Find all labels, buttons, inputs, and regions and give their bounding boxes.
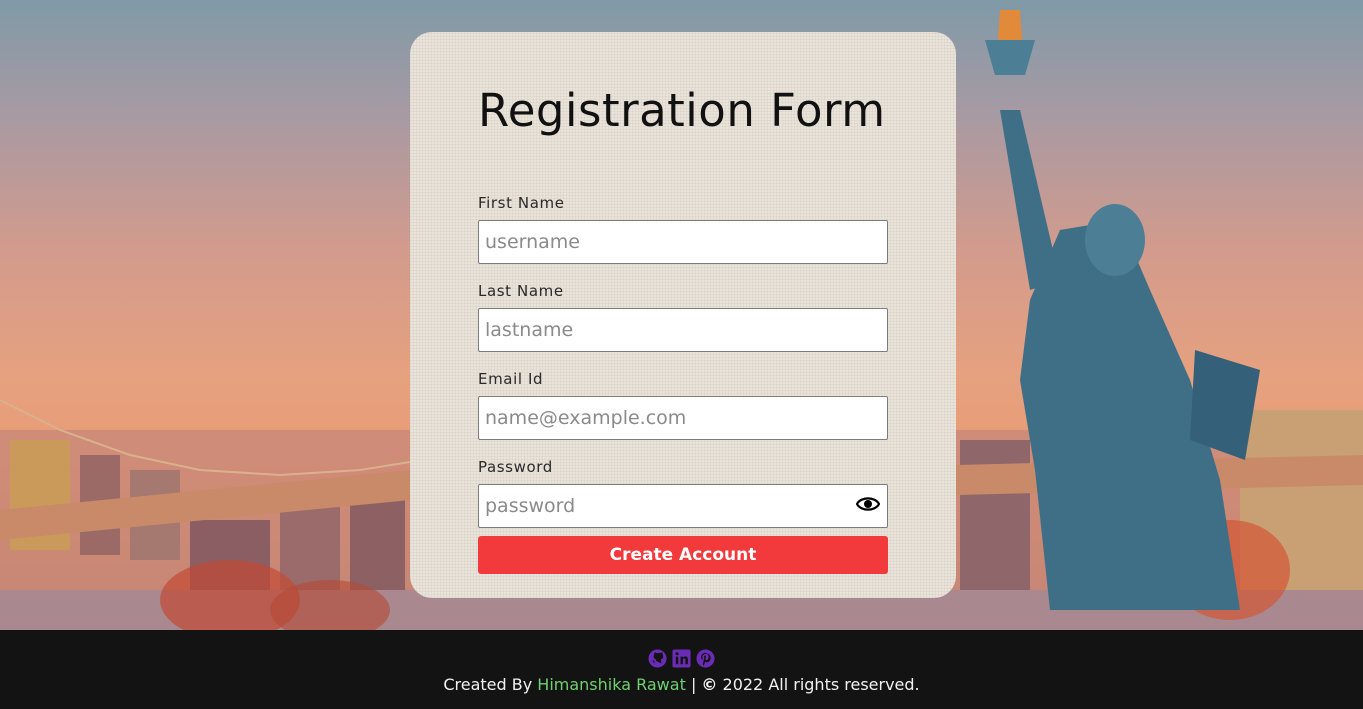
eye-icon[interactable] [855, 495, 881, 513]
copyright-icon: © [701, 675, 718, 694]
linkedin-icon[interactable] [672, 649, 691, 668]
social-links [648, 649, 715, 668]
last-name-label: Last Name [478, 282, 564, 300]
author-link[interactable]: Himanshika Rawat [537, 675, 686, 694]
pinterest-icon[interactable] [696, 649, 715, 668]
created-by-text: Created By [443, 675, 533, 694]
email-input[interactable] [478, 396, 888, 440]
separator: | [690, 675, 697, 694]
first-name-input[interactable] [478, 220, 888, 264]
password-input[interactable] [478, 484, 888, 528]
registration-card: Registration Form First Name Last Name E… [410, 32, 956, 598]
rights-text: 2022 All rights reserved. [722, 675, 920, 694]
create-account-button[interactable]: Create Account [478, 536, 888, 574]
last-name-input[interactable] [478, 308, 888, 352]
footer-credit: Created By Himanshika Rawat | © 2022 All… [0, 675, 1363, 694]
form-title: Registration Form [478, 84, 886, 137]
password-label: Password [478, 458, 553, 476]
footer: Created By Himanshika Rawat | © 2022 All… [0, 630, 1363, 709]
github-icon[interactable] [648, 649, 667, 668]
email-label: Email Id [478, 370, 544, 388]
first-name-label: First Name [478, 194, 565, 212]
